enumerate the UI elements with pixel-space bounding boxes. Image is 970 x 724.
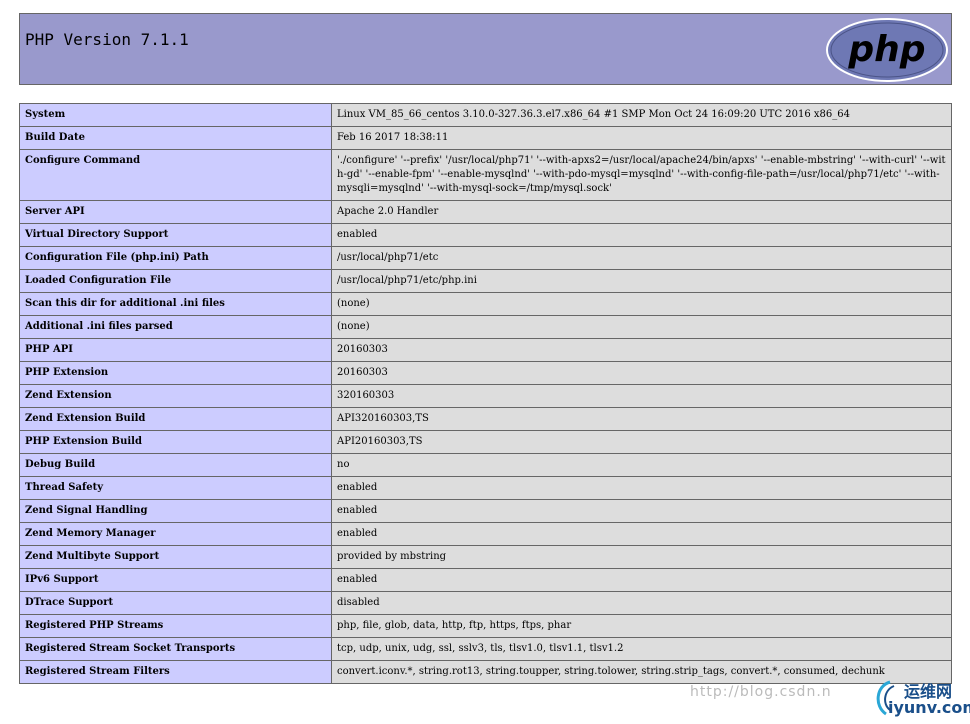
table-row: Debug Build no bbox=[19, 453, 952, 477]
table-row: System Linux VM_85_66_centos 3.10.0-327.3… bbox=[19, 103, 952, 127]
row-value: Linux VM_85_66_centos 3.10.0-327.36.3.el… bbox=[331, 103, 952, 127]
table-row: Registered Stream Socket Transports tcp, … bbox=[19, 637, 952, 661]
table-row: Additional .ini files parsed (none) bbox=[19, 315, 952, 339]
table-row: Configuration File (php.ini) Path/usr/lo… bbox=[19, 246, 952, 270]
table-row: Build Date Feb 16 2017 18:38:11 bbox=[19, 126, 952, 150]
row-value: tcp, udp, unix, udg, ssl, sslv3, tls, tl… bbox=[331, 637, 952, 661]
row-value: 20160303 bbox=[331, 361, 952, 385]
row-key: PHP Extension bbox=[19, 361, 332, 385]
row-key: Server API bbox=[19, 200, 332, 224]
row-key: Debug Build bbox=[19, 453, 332, 477]
table-row: Zend Signal Handling enabled bbox=[19, 499, 952, 523]
row-key: Zend Extension Build bbox=[19, 407, 332, 431]
watermark-brand: 运维网 iyunv.com bbox=[868, 676, 970, 720]
table-row: DTrace Support disabled bbox=[19, 591, 952, 615]
row-value: enabled bbox=[331, 476, 952, 500]
row-value: convert.iconv.*, string.rot13, string.to… bbox=[331, 660, 952, 684]
row-value: API20160303,TS bbox=[331, 430, 952, 454]
row-value: (none) bbox=[331, 315, 952, 339]
row-value: Apache 2.0 Handler bbox=[331, 200, 952, 224]
row-value: php, file, glob, data, http, ftp, https,… bbox=[331, 614, 952, 638]
row-value: /usr/local/php71/etc/php.ini bbox=[331, 269, 952, 293]
php-logo-icon: php bbox=[826, 18, 948, 82]
row-value: 320160303 bbox=[331, 384, 952, 408]
row-value: provided by mbstring bbox=[331, 545, 952, 569]
row-key: Zend Extension bbox=[19, 384, 332, 408]
row-key: PHP API bbox=[19, 338, 332, 362]
table-row: PHP Extension 20160303 bbox=[19, 361, 952, 385]
table-row: Registered PHP Streams php, file, glob, d… bbox=[19, 614, 952, 638]
table-row: Thread Safety enabled bbox=[19, 476, 952, 500]
info-table: System Linux VM_85_66_centos 3.10.0-327.3… bbox=[19, 103, 952, 684]
table-row: Virtual Directory Support enabled bbox=[19, 223, 952, 247]
row-key: Virtual Directory Support bbox=[19, 223, 332, 247]
row-value: /usr/local/php71/etc bbox=[331, 246, 952, 270]
row-value: (none) bbox=[331, 292, 952, 316]
php-logo-text: php bbox=[847, 29, 925, 70]
row-key: DTrace Support bbox=[19, 591, 332, 615]
row-key: Additional .ini files parsed bbox=[19, 315, 332, 339]
row-value: no bbox=[331, 453, 952, 477]
row-value: enabled bbox=[331, 522, 952, 546]
row-value: enabled bbox=[331, 223, 952, 247]
table-row: Zend Multibyte Support provided by mbstri… bbox=[19, 545, 952, 569]
table-row: Zend Memory Manager enabled bbox=[19, 522, 952, 546]
row-value: disabled bbox=[331, 591, 952, 615]
row-key: Registered PHP Streams bbox=[19, 614, 332, 638]
row-key: PHP Extension Build bbox=[19, 430, 332, 454]
table-row: Zend Extension Build API320160303,TS bbox=[19, 407, 952, 431]
table-row: PHP API 20160303 bbox=[19, 338, 952, 362]
row-key: Zend Multibyte Support bbox=[19, 545, 332, 569]
row-key: Zend Signal Handling bbox=[19, 499, 332, 523]
row-key: System bbox=[19, 103, 332, 127]
row-key: Thread Safety bbox=[19, 476, 332, 500]
header-banner: PHP Version 7.1.1 php bbox=[19, 13, 952, 85]
table-row: IPv6 Support enabled bbox=[19, 568, 952, 592]
row-key: Configure Command bbox=[19, 149, 332, 201]
row-value: API320160303,TS bbox=[331, 407, 952, 431]
table-row: Registered Stream Filters convert.iconv.*… bbox=[19, 660, 952, 684]
row-value: Feb 16 2017 18:38:11 bbox=[331, 126, 952, 150]
row-key: Scan this dir for additional .ini files bbox=[19, 292, 332, 316]
table-row: PHP Extension Build API20160303,TS bbox=[19, 430, 952, 454]
row-value: enabled bbox=[331, 568, 952, 592]
watermark-url: http://blog.csdn.n bbox=[690, 684, 832, 700]
table-row: Scan this dir for additional .ini files(… bbox=[19, 292, 952, 316]
row-value: './configure' '--prefix' '/usr/local/php… bbox=[331, 149, 952, 201]
row-key: Build Date bbox=[19, 126, 332, 150]
row-key: Registered Stream Filters bbox=[19, 660, 332, 684]
page-title: PHP Version 7.1.1 bbox=[25, 30, 189, 49]
row-value: enabled bbox=[331, 499, 952, 523]
table-row: Configure Command './configure' '--prefix… bbox=[19, 149, 952, 201]
table-row: Server API Apache 2.0 Handler bbox=[19, 200, 952, 224]
row-key: Configuration File (php.ini) Path bbox=[19, 246, 332, 270]
row-key: Loaded Configuration File bbox=[19, 269, 332, 293]
row-value: 20160303 bbox=[331, 338, 952, 362]
row-key: IPv6 Support bbox=[19, 568, 332, 592]
row-key: Registered Stream Socket Transports bbox=[19, 637, 332, 661]
row-key: Zend Memory Manager bbox=[19, 522, 332, 546]
brand-en-text: iyunv.com bbox=[888, 698, 970, 717]
table-row: Loaded Configuration File/usr/local/php7… bbox=[19, 269, 952, 293]
table-row: Zend Extension 320160303 bbox=[19, 384, 952, 408]
